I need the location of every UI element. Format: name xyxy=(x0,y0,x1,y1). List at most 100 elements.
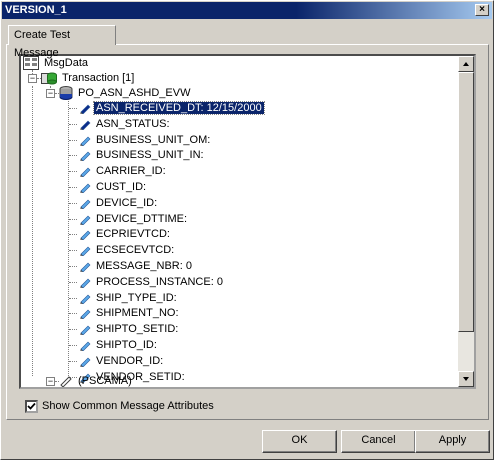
close-icon: × xyxy=(479,4,485,15)
tree-field-item[interactable]: ASN_RECEIVED_DT: 12/15/2000 xyxy=(79,101,265,116)
field-icon xyxy=(80,230,91,241)
tree-line xyxy=(69,124,77,125)
close-button[interactable]: × xyxy=(475,4,489,16)
field-icon xyxy=(80,120,91,131)
tree-line xyxy=(69,266,77,267)
record-icon xyxy=(59,86,73,101)
scroll-up-button[interactable] xyxy=(458,56,474,72)
tree-field-item[interactable]: ECSECEVTCD: xyxy=(79,243,176,258)
vertical-scrollbar[interactable] xyxy=(458,56,474,387)
tree-field-label: BUSINESS_UNIT_IN: xyxy=(96,149,204,161)
tree-field-item[interactable]: PROCESS_INSTANCE: 0 xyxy=(79,275,225,290)
tree-field-item[interactable]: DEVICE_ID: xyxy=(79,196,159,211)
tree-field-item[interactable]: SHIPTO_SETID: xyxy=(79,322,180,337)
tree-line xyxy=(69,345,77,346)
tree-line xyxy=(69,329,77,330)
cancel-button[interactable]: Cancel xyxy=(341,430,416,453)
field-icon xyxy=(80,215,91,226)
title-bar[interactable]: VERSION_1 × xyxy=(2,2,492,19)
tree-field-item[interactable]: BUSINESS_UNIT_OM: xyxy=(79,133,212,148)
arrow-down-icon xyxy=(463,377,469,381)
scroll-down-button[interactable] xyxy=(458,371,474,387)
tree-field-label: ASN_STATUS: xyxy=(96,118,170,130)
tree-line xyxy=(69,219,77,220)
scroll-thumb[interactable] xyxy=(458,72,474,332)
tree-field-item[interactable]: VENDOR_ID: xyxy=(79,354,165,369)
tree-field-label: DEVICE_ID: xyxy=(96,197,158,209)
tree-line xyxy=(69,108,77,109)
field-icon xyxy=(80,167,91,178)
tree-line xyxy=(69,140,77,141)
field-icon xyxy=(80,246,91,257)
arrow-up-icon xyxy=(463,62,469,66)
tree-line xyxy=(69,250,77,251)
apply-button[interactable]: Apply xyxy=(415,430,490,453)
tree-line xyxy=(32,86,33,376)
tree-field-item[interactable]: BUSINESS_UNIT_IN: xyxy=(79,148,206,163)
tree-field-label: ECPRIEVTCD: xyxy=(96,228,170,240)
tree-field-item[interactable]: SHIP_TYPE_ID: xyxy=(79,291,179,306)
field-icon xyxy=(80,278,91,289)
tree-line xyxy=(69,282,77,283)
tree-field-label: ASN_RECEIVED_DT: 12/15/2000 xyxy=(93,101,265,115)
tree-node-transaction[interactable]: Transaction [1] xyxy=(41,71,136,86)
tree-node-label: (PSCAMA) xyxy=(78,375,132,387)
show-common-attributes-option[interactable]: Show Common Message Attributes xyxy=(21,399,214,413)
tree-field-label: SHIPMENT_NO: xyxy=(96,307,179,319)
checkmark-icon xyxy=(27,402,36,410)
tree-line xyxy=(69,187,77,188)
apply-button-label: Apply xyxy=(438,434,467,446)
show-common-attributes-label: Show Common Message Attributes xyxy=(42,400,214,413)
tree-node-pscama[interactable]: (PSCAMA) xyxy=(59,374,134,387)
tab-create-test-message[interactable]: Create Test Message xyxy=(8,25,116,59)
tree-field-label: SHIPTO_SETID: xyxy=(96,323,179,335)
tree-field-item[interactable]: SHIPMENT_NO: xyxy=(79,306,181,321)
tree-field-label: MESSAGE_NBR: 0 xyxy=(96,260,192,272)
ok-button-label: OK xyxy=(291,434,308,446)
collapse-toggle-transaction[interactable]: − xyxy=(28,74,37,83)
tree-line xyxy=(69,361,77,362)
collapse-toggle-pscama[interactable]: − xyxy=(46,377,55,386)
field-icon xyxy=(80,104,91,115)
cancel-button-label: Cancel xyxy=(361,434,396,446)
tree-content: MsgData − Transaction [1] − PO_ASN_ASHD_… xyxy=(21,56,459,387)
tree-node-record[interactable]: PO_ASN_ASHD_EVW xyxy=(59,86,192,101)
window-title: VERSION_1 xyxy=(5,4,67,16)
dialog-window: VERSION_1 × Create Test Message MsgData … xyxy=(0,0,494,460)
tree-field-label: SHIPTO_ID: xyxy=(96,339,157,351)
tree-field-label: SHIP_TYPE_ID: xyxy=(96,292,177,304)
field-icon xyxy=(80,183,91,194)
show-common-attributes-checkbox[interactable] xyxy=(25,399,38,413)
tree-field-item[interactable]: CARRIER_ID: xyxy=(79,164,168,179)
tree-field-label: PROCESS_INSTANCE: 0 xyxy=(96,276,223,288)
tree-line xyxy=(69,234,77,235)
tree-node-label: Transaction [1] xyxy=(62,72,135,84)
segment-icon xyxy=(60,376,72,387)
field-icon xyxy=(80,136,91,147)
field-icon xyxy=(80,199,91,210)
tree-field-item[interactable]: DEVICE_DTTIME: xyxy=(79,212,189,227)
field-icon xyxy=(80,309,91,320)
field-icon xyxy=(80,151,91,162)
tree-field-label: DEVICE_DTTIME: xyxy=(96,213,188,225)
tree-field-item[interactable]: ECPRIEVTCD: xyxy=(79,227,172,242)
tree-field-item[interactable]: ASN_STATUS: xyxy=(79,117,172,132)
tree-node-label: PO_ASN_ASHD_EVW xyxy=(78,87,191,99)
field-icon xyxy=(80,294,91,305)
tree-line xyxy=(69,155,77,156)
collapse-toggle-record[interactable]: − xyxy=(46,89,55,98)
tree-field-label: VENDOR_ID: xyxy=(96,355,164,367)
message-tree[interactable]: MsgData − Transaction [1] − PO_ASN_ASHD_… xyxy=(19,54,476,389)
tree-field-item[interactable]: CUST_ID: xyxy=(79,180,148,195)
tree-line xyxy=(69,203,77,204)
tree-line xyxy=(69,171,77,172)
tree-field-item[interactable]: SHIPTO_ID: xyxy=(79,338,159,353)
tree-field-label: BUSINESS_UNIT_OM: xyxy=(96,134,211,146)
field-icon xyxy=(80,357,91,368)
transaction-icon xyxy=(41,72,57,85)
tree-field-label: CARRIER_ID: xyxy=(96,165,166,177)
field-icon xyxy=(80,262,91,273)
tree-line xyxy=(68,101,69,378)
ok-button[interactable]: OK xyxy=(262,430,337,453)
tree-field-item[interactable]: MESSAGE_NBR: 0 xyxy=(79,259,194,274)
